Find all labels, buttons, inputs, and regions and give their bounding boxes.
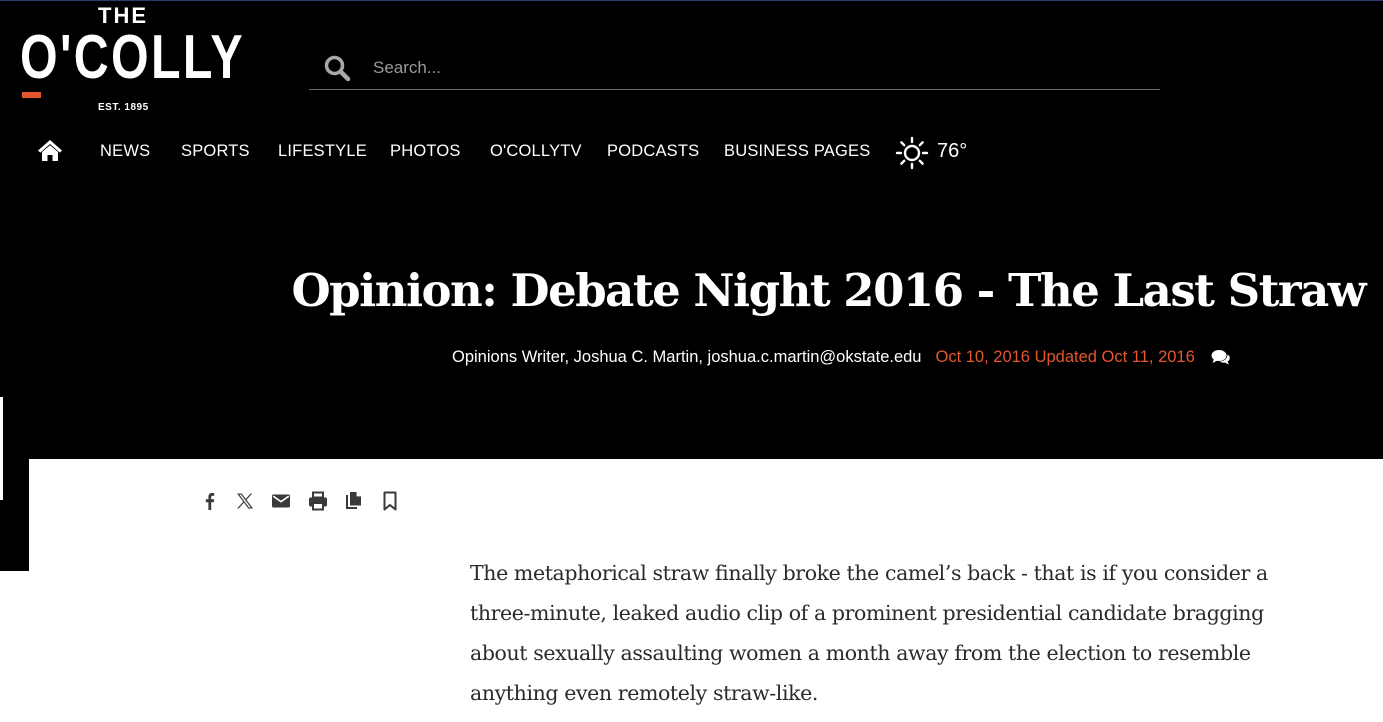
- left-decor-bar: [0, 459, 29, 571]
- logo-name-text: O'COLLY: [20, 23, 245, 92]
- search-input[interactable]: [371, 53, 1135, 83]
- home-icon[interactable]: [37, 138, 63, 162]
- sun-icon: [895, 136, 929, 170]
- logo-accent-bar: [22, 92, 41, 98]
- site-header: THE O'COLLY EST. 1895 NEWS SPORTS LIFEST…: [0, 1, 1383, 459]
- article-body-paragraph: The metaphorical straw finally broke the…: [470, 561, 1268, 705]
- site-logo[interactable]: THE O'COLLY EST. 1895: [20, 3, 243, 115]
- nav-item-photos[interactable]: PHOTOS: [390, 142, 461, 161]
- comments-icon[interactable]: [1211, 349, 1231, 365]
- main-nav: NEWS SPORTS LIFESTYLE PHOTOS O'COLLYTV P…: [0, 134, 1383, 170]
- publish-dates: Oct 10, 2016 Updated Oct 11, 2016: [935, 348, 1195, 366]
- nav-item-lifestyle[interactable]: LIFESTYLE: [278, 142, 367, 161]
- article-headline: Opinion: Debate Night 2016 - The Last St…: [291, 264, 1366, 317]
- nav-item-sports[interactable]: SPORTS: [181, 142, 250, 161]
- x-twitter-icon[interactable]: [234, 490, 256, 512]
- bookmark-icon[interactable]: [379, 490, 401, 512]
- nav-item-ocollytv[interactable]: O'COLLYTV: [490, 142, 582, 161]
- copy-icon[interactable]: [343, 490, 365, 512]
- logo-est-text: EST. 1895: [98, 102, 149, 113]
- article-byline: Opinions Writer, Joshua C. Martin, joshu…: [452, 348, 1231, 370]
- print-icon[interactable]: [307, 490, 329, 512]
- search-bar: [309, 47, 1160, 90]
- left-decor-line: [0, 397, 3, 500]
- nav-item-podcasts[interactable]: PODCASTS: [607, 142, 699, 161]
- author-credit[interactable]: Opinions Writer, Joshua C. Martin, joshu…: [452, 348, 922, 366]
- facebook-icon[interactable]: [199, 490, 221, 512]
- nav-item-business-pages[interactable]: BUSINESS PAGES: [724, 142, 870, 161]
- nav-item-news[interactable]: NEWS: [100, 142, 150, 161]
- email-icon[interactable]: [270, 490, 292, 512]
- weather-temperature: 76°: [937, 140, 968, 162]
- search-icon[interactable]: [323, 54, 351, 82]
